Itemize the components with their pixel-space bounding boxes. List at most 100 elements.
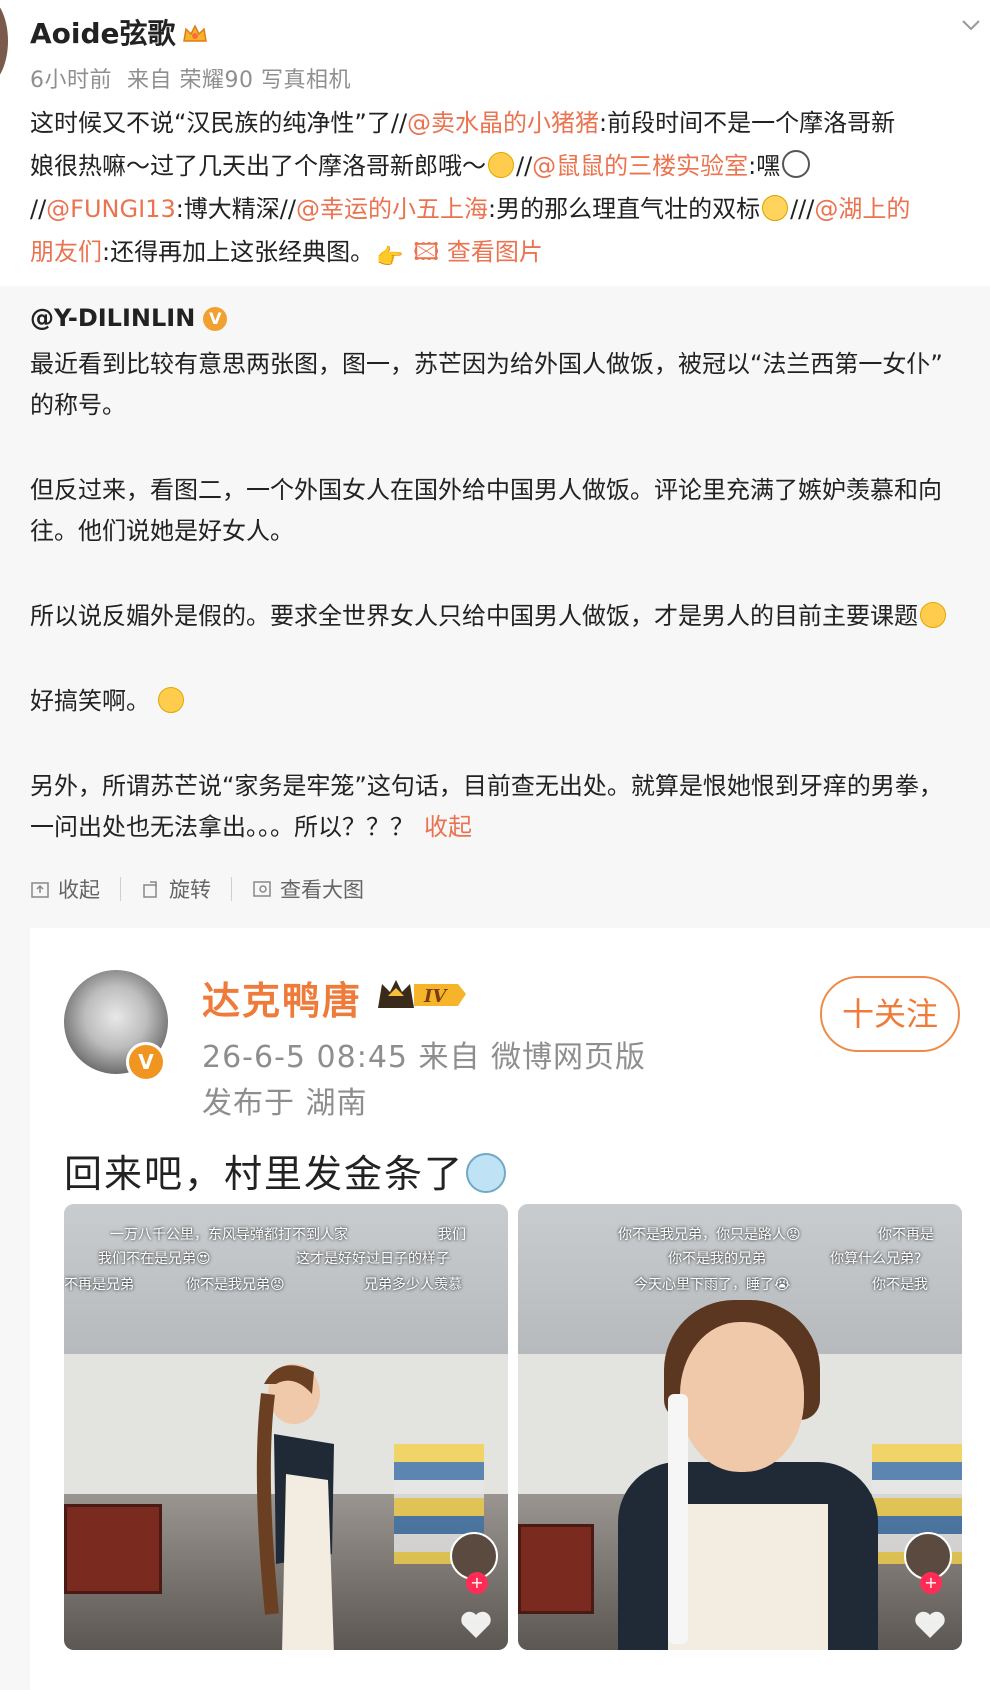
- post-text-segment: :博大精深//: [175, 195, 296, 223]
- post-time[interactable]: 6小时前: [30, 68, 112, 93]
- post-text-segment: :前段时间不是一个摩洛哥新: [599, 109, 896, 137]
- post-username[interactable]: Aoide弦歌: [30, 12, 208, 52]
- caption-2: 你不再是: [878, 1227, 934, 1243]
- rotate-button[interactable]: 旋转: [141, 874, 211, 904]
- repost-text-segment: 所以说反媚外是假的。要求全世界女人只给中国男人做饭，才是男人的目前主要课题: [30, 602, 918, 630]
- repost-text-segment: 一问出处也无法拿出。。。所以？？？: [30, 813, 414, 841]
- post-text-segment: //: [516, 152, 533, 180]
- video-thumbnail-left: 一万八千公里，东风导弹都打不到人家 我们不在是兄弟😍 这才是好好过日子的样子 不…: [64, 1204, 508, 1650]
- repost-author-name[interactable]: @Y-DILINLIN: [30, 304, 195, 332]
- screenshot-title-text: 回来吧，村里发金条了: [64, 1152, 465, 1196]
- caption-3: 你不是我的兄弟: [668, 1251, 766, 1267]
- video-thumbnail-right: 你不是我兄弟，你只是路人😡 你不再是 你不是我的兄弟 你算什么兄弟? 今天心里下…: [518, 1204, 962, 1650]
- chevron-down-icon[interactable]: [960, 14, 982, 36]
- cooking-woman: [256, 1364, 334, 1650]
- repost-text-line: 往。他们说她是好女人。: [30, 511, 975, 552]
- plus-icon: +: [920, 1572, 942, 1594]
- caption-7: 我们: [438, 1227, 466, 1243]
- post-text-segment: :男的那么理直气壮的双标: [487, 195, 761, 223]
- repost-text-line: 另外，所谓苏芒说“家务是牢笼”这句话，目前查无出处。就算是恨她恨到牙痒的男拳，: [30, 766, 975, 807]
- grin-emoji-icon: [158, 687, 184, 713]
- post-text-segment: //: [30, 195, 47, 223]
- image-toolbar: 收起 旋转 查看大图: [30, 874, 364, 904]
- collapse-button[interactable]: 收起: [30, 874, 100, 904]
- repost-text-segment: 的称号。: [30, 391, 126, 419]
- post-source: 来自 荣耀90 写真相机: [127, 68, 351, 93]
- repost-text-line: 好搞笑啊。: [30, 681, 975, 722]
- caption-3: 这才是好好过日子的样子: [296, 1251, 450, 1267]
- repost-author[interactable]: @Y-DILINLIN V: [30, 304, 228, 332]
- collapse-link[interactable]: 收起: [424, 813, 472, 841]
- repost-card: @Y-DILINLIN V 最近看到比较有意思两张图，图一，苏芒因为给外国人做饭，…: [0, 286, 990, 1690]
- level-crown-icon: IV: [378, 980, 466, 1008]
- mention-link[interactable]: 朋友们: [30, 238, 102, 266]
- repost-text-line: 的称号。: [30, 385, 975, 426]
- post-meta: 6小时前 来自 荣耀90 写真相机: [30, 62, 351, 94]
- post-body: 这时候又不说“汉民族的纯净性”了//@卖水晶的小猪猪:前段时间不是一个摩洛哥新娘…: [30, 102, 990, 274]
- post-text-segment: 这时候又不说“汉民族的纯净性”了//: [30, 109, 408, 137]
- post-text-line: 娘很热嘛～过了几天出了个摩洛哥新郎哦～ //@鼠鼠的三楼实验室:嘿: [30, 145, 990, 188]
- heart-icon: [915, 1611, 945, 1638]
- repost-text-segment: 但反过来，看图二，一个外国女人在国外给中国男人做饭。评论里充满了嫉妒羡慕和向: [30, 476, 942, 504]
- post-text-segment: ///: [790, 195, 815, 223]
- user-avatar[interactable]: [0, 0, 8, 86]
- mention-link[interactable]: @鼠鼠的三楼实验室: [532, 152, 748, 180]
- toolbar-divider: [231, 877, 232, 901]
- oven: [64, 1504, 162, 1594]
- caption-2: 我们不在是兄弟😍: [98, 1251, 211, 1267]
- woman-face: [680, 1322, 804, 1472]
- repost-text-line: 最近看到比较有意思两张图，图一，苏芒因为给外国人做饭，被冠以“法兰西第一女仆”: [30, 344, 975, 385]
- toolbar-divider: [120, 877, 121, 901]
- mention-link[interactable]: @湖上的: [814, 195, 910, 223]
- follow-button: 十关注: [820, 976, 960, 1052]
- caption-4: 你算什么兄弟?: [830, 1251, 922, 1267]
- repost-text-line: 但反过来，看图二，一个外国女人在国外给中国男人做饭。评论里充满了嫉妒羡慕和向: [30, 470, 975, 511]
- crown-badge-icon: [182, 24, 207, 42]
- view-large-label: 查看大图: [280, 878, 364, 902]
- post-text-segment: [406, 238, 414, 266]
- repost-text-segment: 另外，所谓苏芒说“家务是牢笼”这句话，目前查无出处。就算是恨她恨到牙痒的男拳，: [30, 772, 943, 800]
- post-text-segment: :嘿: [748, 152, 781, 180]
- mention-link[interactable]: 🖾 查看图片: [413, 238, 543, 266]
- embedded-screenshot[interactable]: V 达克鸭唐 IV 26-6-5 08:45 来自 微博网页版 发布于 湖南 十…: [30, 928, 990, 1690]
- view-large-button[interactable]: 查看大图: [252, 874, 364, 904]
- screenshot-location: 发布于 湖南: [202, 1086, 368, 1121]
- point-emoji-icon: 👉: [376, 245, 404, 270]
- screenshot-title: 回来吧，村里发金条了: [64, 1143, 508, 1198]
- screenshot-meta: 26-6-5 08:45 来自 微博网页版: [202, 1040, 647, 1075]
- selfie-stick: [668, 1394, 688, 1644]
- post-text-line: 这时候又不说“汉民族的纯净性”了//@卖水晶的小猪猪:前段时间不是一个摩洛哥新: [30, 102, 990, 145]
- username-text[interactable]: Aoide弦歌: [30, 17, 176, 50]
- post-text-segment: 娘很热嘛～过了几天出了个摩洛哥新郎哦～: [30, 152, 486, 180]
- rotate-label: 旋转: [169, 878, 211, 902]
- shock-emoji-icon: [782, 150, 811, 178]
- caption-1: 一万八千公里，东风导弹都打不到人家: [110, 1227, 348, 1243]
- mention-link[interactable]: @FUNGI13: [46, 195, 176, 223]
- screenshot-username: 达克鸭唐: [202, 979, 363, 1023]
- repost-text-segment: 好搞笑啊。: [30, 687, 150, 715]
- image-icon: [253, 881, 271, 897]
- caption-4: 不再是兄弟: [64, 1277, 134, 1293]
- mention-link[interactable]: @卖水晶的小猪猪: [407, 109, 599, 137]
- mention-link[interactable]: @幸运的小五上海: [296, 195, 488, 223]
- caption-5: 今天心里下雨了，睡了😭: [634, 1277, 791, 1293]
- caption-6: 兄弟多少人羡慕: [364, 1277, 462, 1293]
- svg-text:IV: IV: [423, 986, 448, 1007]
- screenshot-verified-icon: V: [126, 1042, 166, 1082]
- repost-text-line: 一问出处也无法拿出。。。所以？？？ 收起: [30, 807, 975, 848]
- freezing-face-emoji-icon: [466, 1153, 507, 1193]
- post-text-segment: :还得再加上这张经典图。: [102, 238, 375, 266]
- sweat-emoji-icon: [762, 195, 789, 221]
- verified-badge-icon: V: [203, 307, 228, 331]
- rotate-icon: [143, 881, 157, 898]
- caption-6: 你不是我: [872, 1277, 928, 1293]
- grin-emoji-icon: [488, 152, 514, 178]
- woman-apron: [668, 1504, 828, 1650]
- grin-emoji-icon: [920, 602, 946, 628]
- post-text-line: //@FUNGI13:博大精深//@幸运的小五上海:男的那么理直气壮的双标 ///…: [30, 188, 990, 231]
- oven: [518, 1524, 594, 1614]
- collapse-icon: [31, 882, 49, 898]
